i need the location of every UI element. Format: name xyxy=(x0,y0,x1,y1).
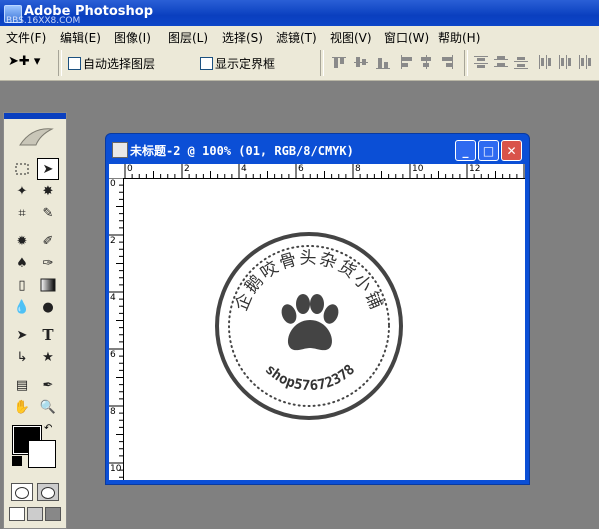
quick-mask-mode-icon[interactable] xyxy=(37,483,59,501)
move-tool-icon: ➤✚ ▾ xyxy=(8,54,41,69)
type-tool-icon[interactable]: T xyxy=(37,324,59,346)
menu-edit[interactable]: 编辑(E) xyxy=(60,29,101,46)
separator xyxy=(320,50,324,76)
ruler-label: 10 xyxy=(110,464,122,474)
vertical-ruler: 0 2 4 6 8 10 xyxy=(109,178,124,480)
document-icon xyxy=(112,142,128,158)
ruler-label: 2 xyxy=(110,236,116,246)
history-brush-tool-icon[interactable]: ✑ xyxy=(37,252,59,274)
healing-brush-tool-icon[interactable]: ✹ xyxy=(11,230,33,252)
slice-tool-icon[interactable]: ✎ xyxy=(37,202,59,224)
menu-image[interactable]: 图像(I) xyxy=(114,29,151,46)
ruler-label: 0 xyxy=(127,164,133,174)
menu-layer[interactable]: 图层(L) xyxy=(168,29,208,46)
pen-tool-icon[interactable]: ↳ xyxy=(11,346,33,368)
eyedropper-tool-icon[interactable]: ✒ xyxy=(37,374,59,396)
ruler-label: 4 xyxy=(241,164,247,174)
distribute-horizontal-icon[interactable] xyxy=(538,55,594,71)
menu-select[interactable]: 选择(S) xyxy=(222,29,263,46)
blur-tool-icon[interactable]: 💧 xyxy=(11,296,33,318)
background-color-swatch[interactable] xyxy=(28,440,56,468)
show-bounds-checkbox[interactable] xyxy=(200,57,213,70)
menu-bar: 文件(F) 编辑(E) 图像(I) 图层(L) 选择(S) 滤镜(T) 视图(V… xyxy=(0,26,599,46)
document-window: 未标题-2 @ 100% (01, RGB/8/CMYK) _ □ ✕ 0 2 … xyxy=(105,133,530,485)
toolbox: ➤ ✦ ✸ ⌗ ✎ ✹ ✐ ♠ ✑ ▯ 💧 ● ➤ T ↳ ★ ▤ ✒ ✋ 🔍 … xyxy=(3,112,67,529)
clone-stamp-tool-icon[interactable]: ♠ xyxy=(11,252,33,274)
ruler-label: 10 xyxy=(412,164,424,174)
gradient-tool-icon[interactable] xyxy=(37,274,59,296)
close-button[interactable]: ✕ xyxy=(501,140,522,161)
ruler-label: 0 xyxy=(110,179,116,189)
align-left-edges-icon[interactable] xyxy=(400,55,456,71)
screen-mode-standard-icon[interactable] xyxy=(9,507,25,521)
marquee-tool-icon[interactable] xyxy=(11,158,33,180)
hand-tool-icon[interactable]: ✋ xyxy=(11,396,33,418)
auto-select-checkbox[interactable] xyxy=(68,57,81,70)
menu-help[interactable]: 帮助(H) xyxy=(438,29,480,46)
menu-window[interactable]: 窗口(W) xyxy=(384,29,429,46)
ruler-label: 8 xyxy=(110,407,116,417)
tool-preset-picker[interactable]: ➤✚ ▾ xyxy=(8,54,50,72)
paw-print-icon xyxy=(281,294,339,351)
minimize-button[interactable]: _ xyxy=(455,140,476,161)
default-colors-icon[interactable] xyxy=(12,456,22,466)
menu-filter[interactable]: 滤镜(T) xyxy=(276,29,317,46)
maximize-button[interactable]: □ xyxy=(478,140,499,161)
stamp-bottom-text: shop57672378 xyxy=(262,362,358,394)
watermark: BBS.16XX8.COM xyxy=(6,16,81,26)
menu-file[interactable]: 文件(F) xyxy=(6,29,46,46)
separator xyxy=(58,50,62,76)
separator xyxy=(464,50,468,76)
notes-tool-icon[interactable]: ▤ xyxy=(11,374,33,396)
toolbox-header[interactable] xyxy=(4,113,66,119)
distribute-vertical-icon[interactable] xyxy=(474,55,530,71)
auto-select-label: 自动选择图层 xyxy=(83,57,156,71)
crop-tool-icon[interactable]: ⌗ xyxy=(11,202,33,224)
ruler-label: 12 xyxy=(469,164,481,174)
document-title-bar[interactable]: 未标题-2 @ 100% (01, RGB/8/CMYK) _ □ ✕ xyxy=(106,134,529,164)
align-top-edges-icon[interactable] xyxy=(332,55,392,71)
document-title: 未标题-2 @ 100% (01, RGB/8/CMYK) xyxy=(130,144,354,158)
show-bounds-label: 显示定界框 xyxy=(215,57,276,71)
app-title-bar: Adobe Photoshop BBS.16XX8.COM xyxy=(0,0,599,26)
swap-colors-icon[interactable]: ↶ xyxy=(44,423,52,434)
magic-wand-tool-icon[interactable]: ✸ xyxy=(37,180,59,202)
lasso-tool-icon[interactable]: ✦ xyxy=(11,180,33,202)
ruler-label: 6 xyxy=(298,164,304,174)
options-bar: ➤✚ ▾ 自动选择图层 显示定界框 xyxy=(0,46,599,81)
menu-view[interactable]: 视图(V) xyxy=(330,29,372,46)
stamp-artwork: 企鹅咬骨头杂货小铺 shop57672378 xyxy=(215,232,403,420)
standard-mode-icon[interactable] xyxy=(11,483,33,501)
horizontal-ruler: 0 2 4 6 8 10 12 xyxy=(109,164,525,179)
dodge-tool-icon[interactable]: ● xyxy=(37,296,59,318)
ruler-label: 6 xyxy=(110,350,116,360)
brush-tool-icon[interactable]: ✐ xyxy=(37,230,59,252)
feather-logo-icon[interactable] xyxy=(18,125,54,149)
canvas-area[interactable]: 0 2 4 6 8 10 12 0 2 4 6 8 10 企鹅咬骨头杂货小铺 s… xyxy=(109,164,525,480)
custom-shape-tool-icon[interactable]: ★ xyxy=(37,346,59,368)
ruler-label: 4 xyxy=(110,293,116,303)
screen-mode-full-icon[interactable] xyxy=(45,507,61,521)
ruler-label: 8 xyxy=(355,164,361,174)
path-selection-tool-icon[interactable]: ➤ xyxy=(11,324,33,346)
screen-mode-menu-icon[interactable] xyxy=(27,507,43,521)
ruler-label: 2 xyxy=(184,164,190,174)
eraser-tool-icon[interactable]: ▯ xyxy=(11,274,33,296)
zoom-tool-icon[interactable]: 🔍 xyxy=(37,396,59,418)
move-tool-icon[interactable]: ➤ xyxy=(37,158,59,180)
